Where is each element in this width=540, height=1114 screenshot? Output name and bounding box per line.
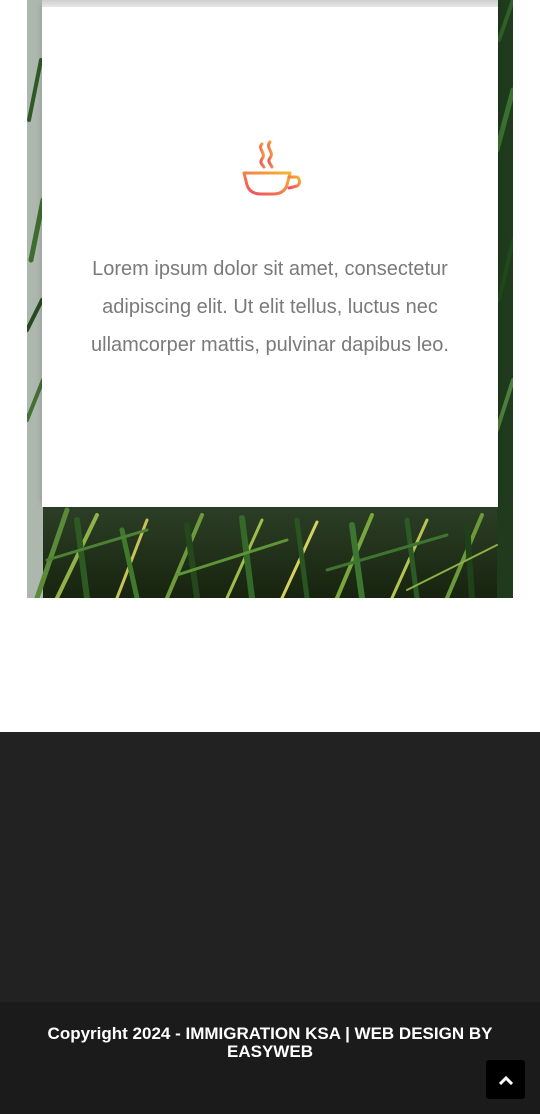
- coffee-cup-icon: [239, 140, 301, 200]
- feature-card: Lorem ipsum dolor sit amet, consectetur …: [42, 0, 498, 507]
- chevron-up-icon: [498, 1075, 513, 1085]
- feature-description: Lorem ipsum dolor sit amet, consectetur …: [91, 258, 449, 356]
- card-shadow-edge: [42, 0, 498, 7]
- footer-widgets-area: [0, 732, 540, 1002]
- footer-bottom-bar: Copyright 2024 - IMMIGRATION KSA | WEB D…: [0, 1002, 540, 1114]
- hero-background-image: Lorem ipsum dolor sit amet, consectetur …: [27, 0, 513, 598]
- scroll-to-top-button[interactable]: [486, 1060, 525, 1099]
- copyright-text: Copyright 2024 - IMMIGRATION KSA | WEB D…: [47, 1024, 493, 1061]
